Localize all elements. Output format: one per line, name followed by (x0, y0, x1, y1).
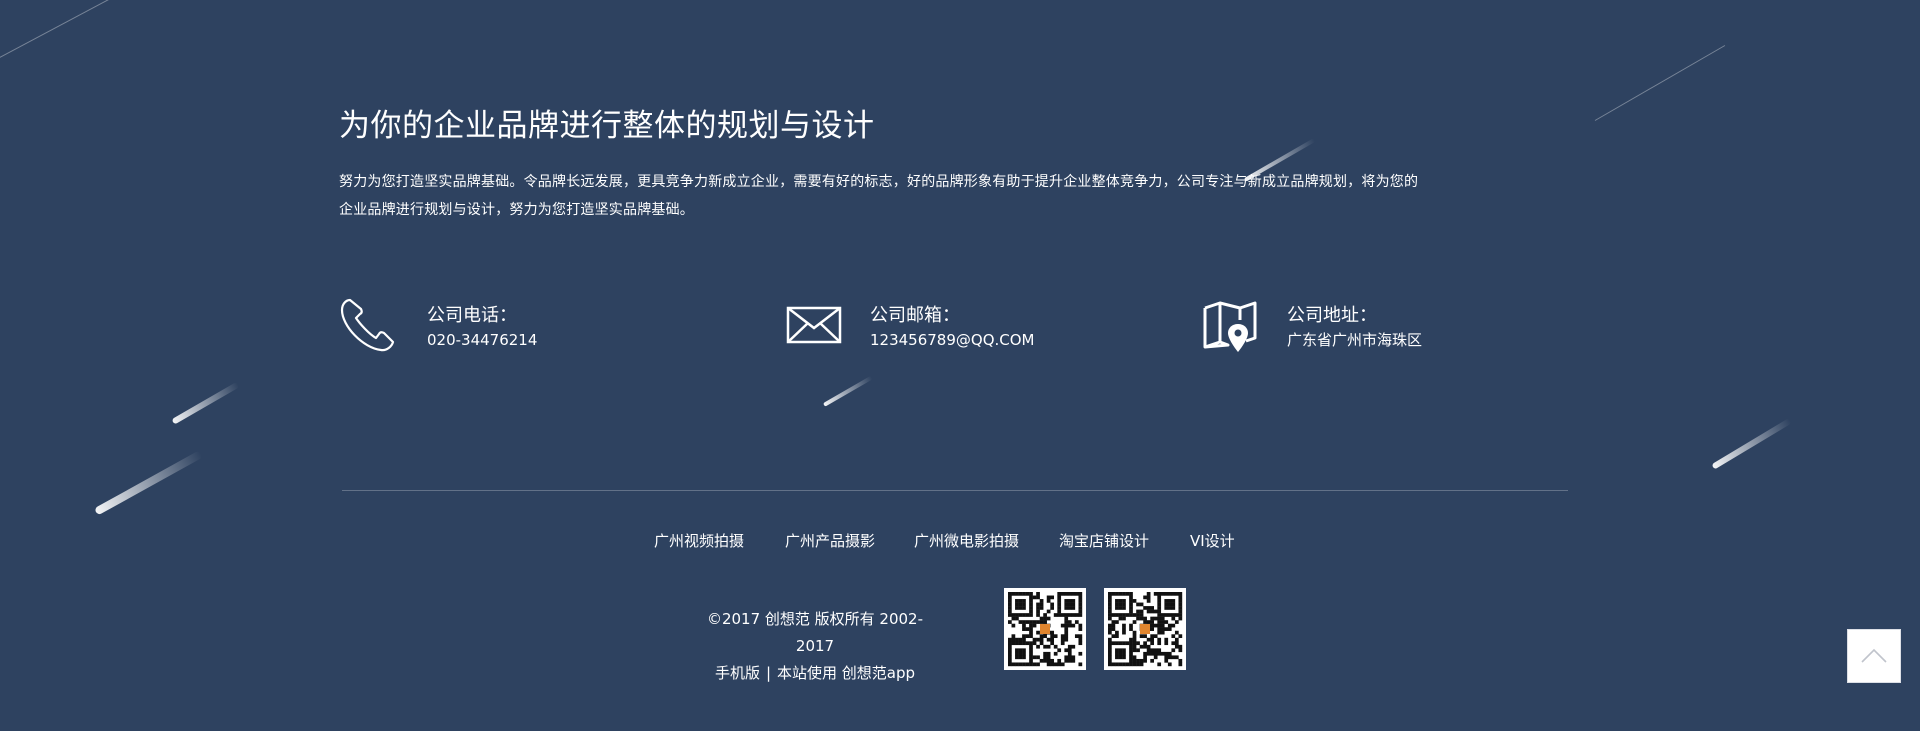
contact-phone: 公司电话： 020-34476214 (339, 296, 639, 360)
description-text: 努力为您打造坚实品牌基础。令品牌长远发展，更具竞争力新成立企业，需要有好的标志，… (339, 174, 1419, 218)
map-pin-icon (1202, 300, 1258, 360)
contact-email: 公司邮箱： 123456789@QQ.COM (786, 296, 1086, 360)
footer-link-taobao-design[interactable]: 淘宝店铺设计 (1059, 530, 1149, 551)
chevron-up-icon (1848, 648, 1900, 686)
contact-value: 123456789@QQ.COM (870, 331, 1035, 349)
app-text: 本站使用 创想范app (777, 664, 916, 682)
footer-link-product-photo[interactable]: 广州产品摄影 (785, 530, 875, 551)
qr-code-pattern (1108, 592, 1183, 667)
decorative-streak (0, 0, 136, 61)
contact-address: 公司地址： 广东省广州市海珠区 (1202, 296, 1502, 360)
contact-label: 公司电话： (427, 305, 517, 326)
footer-nav: 广州视频拍摄 广州产品摄影 广州微电影拍摄 淘宝店铺设计 VI设计 (0, 530, 1920, 554)
footer-link-vi-design[interactable]: VI设计 (1190, 530, 1235, 551)
mobile-version-link[interactable]: 手机版 (715, 664, 760, 682)
qr-code (1004, 588, 1086, 670)
copyright-block: ©2017 创想范 版权所有 2002-2017 手机版 | 本站使用 创想范app (700, 606, 930, 687)
decorative-meteor (171, 381, 240, 425)
separator: | (765, 664, 772, 682)
footer-link-video[interactable]: 广州视频拍摄 (654, 530, 744, 551)
phone-icon (339, 296, 397, 358)
contact-label: 公司邮箱： (870, 305, 960, 326)
qr-code-pattern (1008, 592, 1083, 667)
decorative-meteor (823, 375, 873, 407)
mail-icon (786, 306, 842, 350)
decorative-streak (1594, 45, 1726, 121)
decorative-meteor (1711, 418, 1792, 470)
qr-code (1104, 588, 1186, 670)
contact-label: 公司地址： (1287, 305, 1377, 326)
back-to-top-button[interactable] (1847, 629, 1901, 683)
footer-link-micro-film[interactable]: 广州微电影拍摄 (914, 530, 1019, 551)
contact-value: 广东省广州市海珠区 (1287, 331, 1423, 349)
divider (342, 490, 1568, 491)
footer-section: 为你的企业品牌进行整体的规划与设计 努力为您打造坚实品牌基础。令品牌长远发展，更… (0, 0, 1920, 731)
page-title: 为你的企业品牌进行整体的规划与设计 (339, 108, 875, 144)
app-line: 手机版 | 本站使用 创想范app (700, 660, 930, 687)
contact-value: 020-34476214 (427, 331, 538, 349)
decorative-meteor (94, 450, 203, 516)
copyright-text: ©2017 创想范 版权所有 2002-2017 (706, 610, 924, 655)
